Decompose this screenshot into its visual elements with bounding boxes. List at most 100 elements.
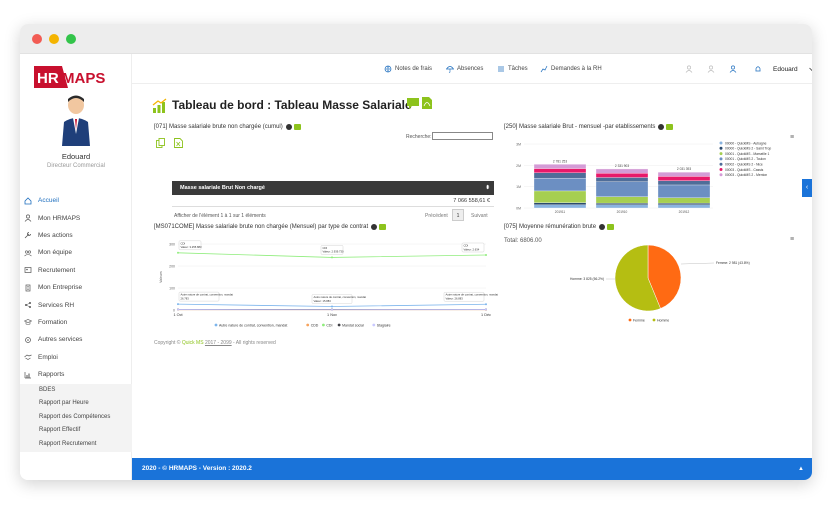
topbar-profile[interactable] (729, 65, 740, 73)
sidebar-item-mon-equipe[interactable]: Mon équipe (20, 244, 132, 261)
panel-075-title-text: [075] Moyenne rémunération brute (504, 224, 597, 230)
table-header-label: Masse salariale Brut Non chargé (180, 185, 265, 191)
legend-swatch (719, 157, 723, 161)
copyright-brand-link[interactable]: Quick MS (182, 340, 204, 346)
tooltip-value: Valeur: 15.883 (314, 299, 332, 303)
sidebar-item-label: Mon Entreprise (38, 284, 83, 292)
submenu-item-rapport-heure[interactable]: Rapport par Heure (20, 397, 132, 410)
logo-maps-text: MAPS (62, 70, 105, 87)
window-titlebar (20, 24, 812, 54)
comment-icon[interactable] (666, 124, 674, 130)
sidebar-item-rapports[interactable]: Rapports (20, 366, 132, 383)
dashboard-content: Tableau de bord : Tableau Masse Salarial… (148, 94, 802, 352)
y-axis-label: Valeurs (159, 271, 163, 283)
panel-071-title: [071] Masse salariale brute non chargée … (154, 124, 301, 130)
topbar-notifications[interactable] (754, 65, 765, 73)
maximize-dot[interactable] (66, 34, 76, 44)
bar-segment (595, 173, 649, 178)
topbar-demandes-rh[interactable]: Demandes à la RH (540, 65, 602, 73)
copy-icon[interactable] (156, 138, 165, 148)
pagination-next[interactable]: Suivant (471, 213, 488, 219)
series-point (485, 303, 487, 306)
sidebar-item-label: Autres services (38, 336, 83, 344)
topbar-absences[interactable]: Absences (446, 65, 483, 73)
side-panel-toggle[interactable]: ‹ (802, 179, 812, 197)
series-point (485, 254, 487, 256)
bar-segment (533, 172, 587, 179)
series-point (331, 308, 333, 311)
table-header[interactable]: Masse salariale Brut Non chargé ⬍ (172, 181, 494, 195)
submenu-item-rapport-effectif[interactable]: Rapport Effectif (20, 424, 132, 437)
top-navbar: Notes de frais Absences Tâches Demandes … (132, 54, 812, 84)
chart-icon (24, 371, 31, 378)
sidebar-item-emploi[interactable]: Emploi (20, 349, 132, 366)
sidebar-item-label: Mes actions (38, 231, 73, 239)
info-icon[interactable] (658, 124, 665, 130)
search-input[interactable] (432, 132, 493, 140)
sidebar-item-accueil[interactable]: Accueil (20, 192, 132, 209)
wrench-icon (24, 232, 31, 239)
pdf-icon[interactable] (422, 97, 432, 109)
sort-icon: ⬍ (485, 185, 490, 191)
topbar-notes-de-frais[interactable]: Notes de frais (384, 65, 432, 73)
excel-export-icon[interactable] (174, 138, 183, 148)
minimize-dot[interactable] (49, 34, 59, 44)
sidebar-item-label: Services RH (38, 301, 75, 309)
close-dot[interactable] (32, 34, 42, 44)
user-name: Edouard (61, 152, 91, 161)
sidebar-item-mon-hrmaps[interactable]: Mon HRMAPS (20, 209, 132, 226)
avatar[interactable] (60, 94, 92, 146)
sidebar-item-recrutement[interactable]: Recrutement (20, 262, 132, 279)
comment-icon[interactable] (293, 124, 301, 130)
panel-250-title: [250] Masse salariale Brut - mensuel -pa… (504, 124, 674, 130)
submenu-item-rapport-competences[interactable]: Rapport des Compétences (20, 411, 132, 424)
series-point (177, 308, 179, 311)
legend-label: Autre nature de contrat, convention, man… (219, 323, 287, 327)
bar-total-label: 2 331 903 (615, 164, 629, 168)
sidebar-item-mes-actions[interactable]: Mes actions (20, 227, 132, 244)
topbar-user-disabled-1[interactable] (685, 65, 696, 73)
y-tick-label: 1M (516, 185, 521, 189)
umbrella-icon (446, 66, 454, 73)
table-cell-value: 7 066 558,61 € (453, 198, 490, 204)
legend-label: 00001 - QuickMS 2 - Toulon (725, 157, 766, 161)
sidebar-item-services-rh[interactable]: Services RH (20, 296, 132, 313)
user-icon (729, 65, 737, 73)
scroll-top-icon[interactable]: ▲ (798, 458, 804, 480)
sidebar-nav: Accueil Mon HRMAPS Mes actions Mon équip… (20, 192, 132, 383)
y-tick-label: 0 (173, 309, 175, 313)
y-tick-label: 2M (516, 164, 521, 168)
comment-icon[interactable] (379, 224, 387, 230)
pagination-previous[interactable]: Précédent (425, 213, 448, 219)
submenu-item-rapport-recrutement[interactable]: Rapport Recrutement (20, 438, 132, 451)
panel-250-title-text: [250] Masse salariale Brut - mensuel -pa… (504, 124, 656, 130)
comment-icon[interactable] (607, 224, 615, 230)
table-row: 7 066 558,61 € (172, 195, 494, 207)
submenu-item-bdes[interactable]: BDES (20, 384, 132, 397)
legend-swatch (306, 323, 310, 327)
chart-menu-icon[interactable]: ≡ (790, 236, 794, 243)
panel-071-title-text: [071] Masse salariale brute non chargée … (154, 124, 283, 130)
sidebar-item-autres-services[interactable]: Autres services (20, 331, 132, 348)
topbar-user-menu[interactable]: Edouard (773, 65, 812, 73)
pagination-page-1[interactable]: 1 (452, 209, 464, 221)
info-icon[interactable] (371, 224, 378, 230)
logo-graphic: HR MAPS (34, 66, 105, 88)
topbar-user-disabled-2[interactable] (707, 65, 718, 73)
info-icon[interactable] (285, 124, 292, 130)
sidebar-item-formation[interactable]: Formation (20, 314, 132, 331)
topbar-taches[interactable]: Tâches (497, 65, 528, 73)
tooltip-label: Autre nature de contrat, convention, man… (446, 293, 499, 297)
globe-icon (384, 65, 392, 73)
legend-label: CDD (311, 323, 319, 327)
bar-chart: 3M 2M 1M 0M 2 781 253 201911 2 331 903 201910 2 … (516, 141, 771, 214)
sidebar-item-mon-entreprise[interactable]: Mon Entreprise (20, 279, 132, 296)
hrmaps-logo[interactable]: HR MAPS (32, 62, 118, 92)
formation-icon (24, 319, 32, 326)
chart-up-icon (152, 98, 167, 113)
comment-icon[interactable] (407, 98, 419, 109)
info-icon[interactable] (599, 224, 606, 230)
bar-segment (595, 204, 649, 209)
series-point (331, 305, 333, 308)
topbar-notes-label: Notes de frais (395, 66, 433, 72)
